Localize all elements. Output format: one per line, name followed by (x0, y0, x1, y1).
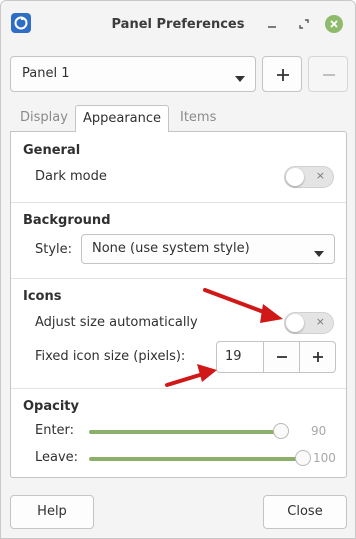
fixed-icon-size-label: Fixed icon size (pixels): (35, 349, 186, 364)
background-style-select[interactable]: None (use system style) (81, 234, 335, 264)
toggle-knob (286, 314, 304, 332)
enter-opacity-value: 90 (311, 424, 327, 438)
chevron-down-icon (314, 246, 324, 261)
minimize-icon[interactable] (263, 15, 281, 33)
tab-items[interactable]: Items (180, 105, 216, 131)
toggle-off-icon: × (315, 169, 325, 182)
decrement-button[interactable] (263, 341, 300, 373)
leave-opacity-handle[interactable] (295, 450, 311, 466)
icons-section-title: Icons (23, 289, 62, 304)
close-button[interactable]: Close (263, 495, 347, 529)
tab-appearance[interactable]: Appearance (75, 105, 169, 132)
section-divider (11, 278, 346, 279)
maximize-icon[interactable] (295, 15, 313, 33)
adjust-size-toggle[interactable]: × (284, 312, 334, 334)
minus-icon (277, 356, 287, 358)
close-window-icon[interactable] (325, 15, 343, 33)
panel-preferences-window: Panel Preferences Panel 1 Display Appear… (0, 0, 356, 539)
general-section-title: General (23, 143, 81, 158)
leave-opacity-slider[interactable] (89, 457, 303, 461)
style-label: Style: (35, 242, 73, 257)
increment-button[interactable] (299, 341, 336, 373)
opacity-section-title: Opacity (23, 399, 79, 414)
dark-mode-toggle[interactable]: × (284, 166, 334, 188)
section-divider (11, 388, 346, 389)
plus-icon (313, 352, 323, 362)
dark-mode-label: Dark mode (35, 169, 107, 184)
help-button[interactable]: Help (10, 495, 94, 529)
toggle-off-icon: × (315, 315, 325, 328)
leave-opacity-label: Leave: (35, 450, 79, 465)
enter-opacity-slider[interactable] (89, 430, 281, 434)
panel-select-value: Panel 1 (22, 66, 70, 81)
enter-opacity-label: Enter: (35, 423, 75, 438)
chevron-down-icon (235, 71, 245, 86)
plus-icon (277, 69, 289, 81)
section-divider (11, 202, 346, 203)
panel-select[interactable]: Panel 1 (10, 56, 256, 92)
enter-opacity-handle[interactable] (273, 423, 289, 439)
adjust-size-label: Adjust size automatically (35, 315, 198, 330)
fixed-icon-size-value: 19 (225, 349, 242, 364)
add-panel-button[interactable] (262, 56, 302, 92)
title-bar: Panel Preferences (1, 1, 355, 47)
background-section-title: Background (23, 213, 111, 228)
fixed-icon-size-input[interactable]: 19 (216, 341, 264, 373)
minus-icon (323, 74, 335, 76)
toggle-knob (286, 168, 304, 186)
remove-panel-button[interactable] (308, 56, 348, 92)
tab-display[interactable]: Display (20, 105, 68, 131)
appearance-tab-content: General Dark mode × Background Style: No… (10, 131, 347, 478)
style-select-value: None (use system style) (92, 241, 250, 256)
leave-opacity-value: 100 (313, 451, 336, 465)
